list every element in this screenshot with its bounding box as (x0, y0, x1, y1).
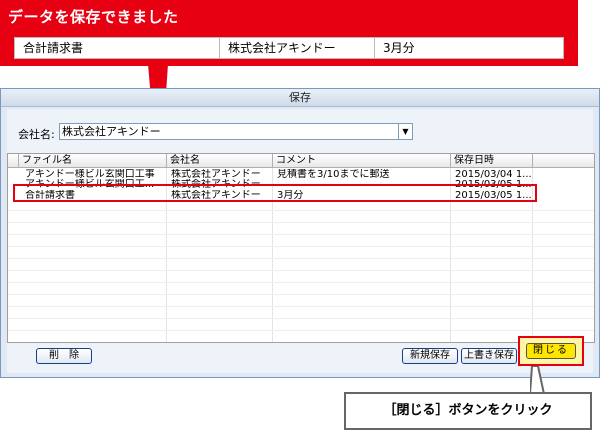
overwrite-save-button[interactable]: 上書き保存 (461, 348, 517, 364)
column-header-saved-at[interactable]: 保存日時 (450, 154, 532, 168)
company-label: 会社名: (18, 128, 55, 141)
row-highlight-frame (13, 184, 537, 202)
saved-file-name: 合計請求書 (15, 38, 220, 58)
saved-notice-title: データを保存できました (8, 8, 179, 26)
company-select[interactable]: 株式会社アキンドー ▼ (59, 123, 413, 140)
saved-notice-callout: データを保存できました 合計請求書 株式会社アキンドー 3月分 (0, 0, 578, 66)
delete-button[interactable]: 削 除 (36, 348, 92, 364)
saved-company: 株式会社アキンドー (220, 38, 375, 58)
dialog-title: 保存 (1, 89, 599, 107)
company-select-value: 株式会社アキンドー (62, 125, 161, 138)
column-header-empty (532, 154, 596, 168)
callout-tail (530, 366, 546, 394)
save-dialog: 保存 会社名: 株式会社アキンドー ▼ ファイル名 会社名 コメント 保存日時 (0, 88, 600, 378)
table-header: ファイル名 会社名 コメント 保存日時 (8, 154, 594, 168)
column-header-file-name[interactable]: ファイル名 (18, 154, 166, 168)
column-header-comment[interactable]: コメント (272, 154, 450, 168)
saved-notice-row: 合計請求書 株式会社アキンドー 3月分 (14, 37, 564, 59)
column-header-company[interactable]: 会社名 (166, 154, 272, 168)
saved-files-table: ファイル名 会社名 コメント 保存日時 アキンドー様ビル玄関口工事 株式会社アキ… (7, 153, 595, 343)
new-save-button[interactable]: 新規保存 (402, 348, 458, 364)
saved-comment: 3月分 (383, 41, 415, 55)
chevron-down-icon[interactable]: ▼ (398, 124, 412, 139)
dialog-body: 会社名: 株式会社アキンドー ▼ ファイル名 会社名 コメント 保存日時 アキン… (7, 109, 595, 373)
instruction-callout: ［閉じる］ボタンをクリック (344, 392, 592, 430)
close-button-highlight: 閉じる (518, 336, 584, 366)
close-button[interactable]: 閉じる (526, 343, 576, 359)
